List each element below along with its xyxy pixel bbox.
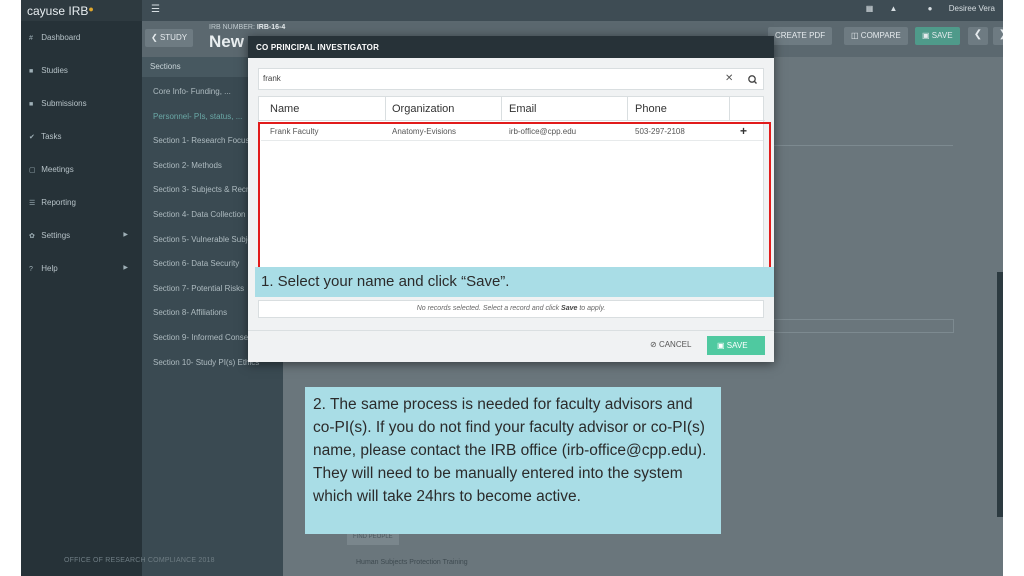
irb-number: IRB NUMBER: IRB-16-4 bbox=[209, 24, 285, 31]
chevron-left-icon: ❮ bbox=[151, 33, 158, 42]
table-header: Name Organization Email Phone bbox=[259, 97, 765, 121]
left-nav: cayuse IRB● # Dashboard ■ Studies ■ Subm… bbox=[21, 0, 142, 576]
column-header-name[interactable]: Name bbox=[270, 103, 299, 115]
create-pdf-label: CREATE PDF bbox=[775, 31, 826, 40]
top-right-controls: ▦ ▲ ● Desiree Vera bbox=[852, 4, 995, 13]
close-icon[interactable]: ✕ bbox=[725, 73, 733, 84]
save-icon: ▣ bbox=[717, 341, 725, 350]
nav-label: Dashboard bbox=[41, 33, 81, 42]
nav-label: Reporting bbox=[41, 198, 76, 207]
chevron-right-icon: ▶ bbox=[123, 265, 128, 271]
nav-item-submissions[interactable]: ■ Submissions bbox=[21, 94, 142, 114]
toolbar-save-button[interactable]: ▣ SAVE bbox=[915, 27, 960, 45]
scrollbar[interactable] bbox=[997, 272, 1003, 517]
page-title: New bbox=[209, 32, 244, 51]
status-bold: Save bbox=[561, 305, 578, 312]
status-suffix: to apply. bbox=[577, 305, 606, 312]
chevron-right-icon: ❯ bbox=[999, 29, 1003, 40]
modal-title: CO PRINCIPAL INVESTIGATOR bbox=[248, 36, 774, 58]
compare-icon: ◫ bbox=[851, 31, 859, 40]
column-divider bbox=[501, 97, 502, 121]
next-button[interactable]: ❯ bbox=[993, 27, 1003, 45]
document-icon: ■ bbox=[29, 101, 34, 108]
nav-label: Submissions bbox=[41, 99, 87, 108]
nav-item-tasks[interactable]: ✔ Tasks bbox=[21, 127, 142, 147]
user-menu[interactable]: ● Desiree Vera bbox=[914, 4, 995, 13]
chevron-right-icon: ▶ bbox=[123, 232, 128, 238]
check-icon: ✔ bbox=[29, 134, 35, 141]
previous-button[interactable]: ❮ bbox=[968, 27, 988, 45]
bell-icon[interactable]: ▲ bbox=[890, 4, 898, 13]
nav-item-reporting[interactable]: ☰ Reporting bbox=[21, 193, 142, 213]
cancel-label: CANCEL bbox=[658, 340, 692, 349]
status-prefix: No records selected. Select a record and… bbox=[416, 305, 562, 312]
column-divider bbox=[385, 97, 386, 121]
top-bar: ☰ ▦ ▲ ● Desiree Vera bbox=[142, 0, 1003, 21]
column-header-organization[interactable]: Organization bbox=[392, 103, 454, 115]
apps-grid-icon[interactable]: ▦ bbox=[866, 4, 874, 13]
slide: cayuse IRB● # Dashboard ■ Studies ■ Subm… bbox=[0, 0, 1024, 576]
compare-button[interactable]: ◫ COMPARE bbox=[844, 27, 908, 45]
brand-logo[interactable]: cayuse IRB● bbox=[21, 0, 142, 21]
help-icon: ? bbox=[29, 266, 33, 273]
dashboard-icon: # bbox=[29, 35, 33, 42]
search-bar: ✕ bbox=[258, 68, 764, 90]
nav-item-help[interactable]: ? Help ▶ bbox=[21, 259, 142, 279]
cancel-icon: ⊘ bbox=[650, 340, 657, 349]
callout-step-2: 2. The same process is needed for facult… bbox=[305, 387, 721, 534]
user-name: Desiree Vera bbox=[948, 4, 995, 13]
column-divider bbox=[729, 97, 730, 121]
back-to-study-button[interactable]: ❮ STUDY bbox=[145, 29, 194, 47]
nav-item-studies[interactable]: ■ Studies bbox=[21, 61, 142, 81]
search-input[interactable] bbox=[263, 74, 703, 83]
gear-icon: ✿ bbox=[29, 233, 35, 240]
nav-item-dashboard[interactable]: # Dashboard bbox=[21, 28, 142, 48]
column-header-email[interactable]: Email bbox=[509, 103, 537, 115]
save-label: SAVE bbox=[726, 341, 748, 350]
nav-label: Tasks bbox=[41, 132, 62, 141]
search-icon[interactable] bbox=[742, 72, 764, 87]
folder-icon: ■ bbox=[29, 68, 34, 75]
user-icon: ● bbox=[927, 4, 933, 13]
chevron-left-icon: ❮ bbox=[973, 29, 983, 40]
nav-label: Help bbox=[41, 264, 58, 273]
create-pdf-button[interactable]: CREATE PDF bbox=[768, 27, 833, 45]
save-label: SAVE bbox=[931, 31, 953, 40]
brand-mark-icon: ● bbox=[88, 4, 94, 14]
nav-item-meetings[interactable]: ▢ Meetings bbox=[21, 160, 142, 180]
column-divider bbox=[627, 97, 628, 121]
callout-step-1: 1. Select your name and click “Save”. bbox=[255, 267, 774, 297]
hamburger-menu-icon[interactable]: ☰ bbox=[151, 4, 160, 15]
save-icon: ▣ bbox=[922, 31, 930, 40]
save-button[interactable]: ▣ SAVE bbox=[707, 336, 765, 355]
hspt-label: Human Subjects Protection Training bbox=[356, 559, 468, 566]
table-icon: ☰ bbox=[29, 200, 36, 207]
highlight-box bbox=[258, 122, 771, 285]
form-field[interactable] bbox=[768, 319, 954, 333]
column-header-phone[interactable]: Phone bbox=[635, 103, 667, 115]
selection-status: No records selected. Select a record and… bbox=[258, 300, 764, 318]
irb-number-value: IRB-16-4 bbox=[256, 24, 286, 31]
nav-label: Meetings bbox=[41, 165, 74, 174]
footer-text: OFFICE OF RESEARCH COMPLIANCE 2018 bbox=[64, 557, 215, 564]
compare-label: COMPARE bbox=[860, 31, 901, 40]
cancel-button[interactable]: ⊘ CANCEL bbox=[644, 335, 697, 355]
calendar-icon: ▢ bbox=[29, 167, 36, 174]
nav-label: Settings bbox=[41, 231, 71, 240]
footer-divider bbox=[248, 330, 774, 331]
irb-number-label: IRB NUMBER: bbox=[209, 24, 255, 31]
nav-item-settings[interactable]: ✿ Settings ▶ bbox=[21, 226, 142, 246]
nav-label: Studies bbox=[41, 66, 68, 75]
brand-name: cayuse IRB bbox=[27, 4, 89, 18]
study-button-label: STUDY bbox=[159, 33, 188, 42]
